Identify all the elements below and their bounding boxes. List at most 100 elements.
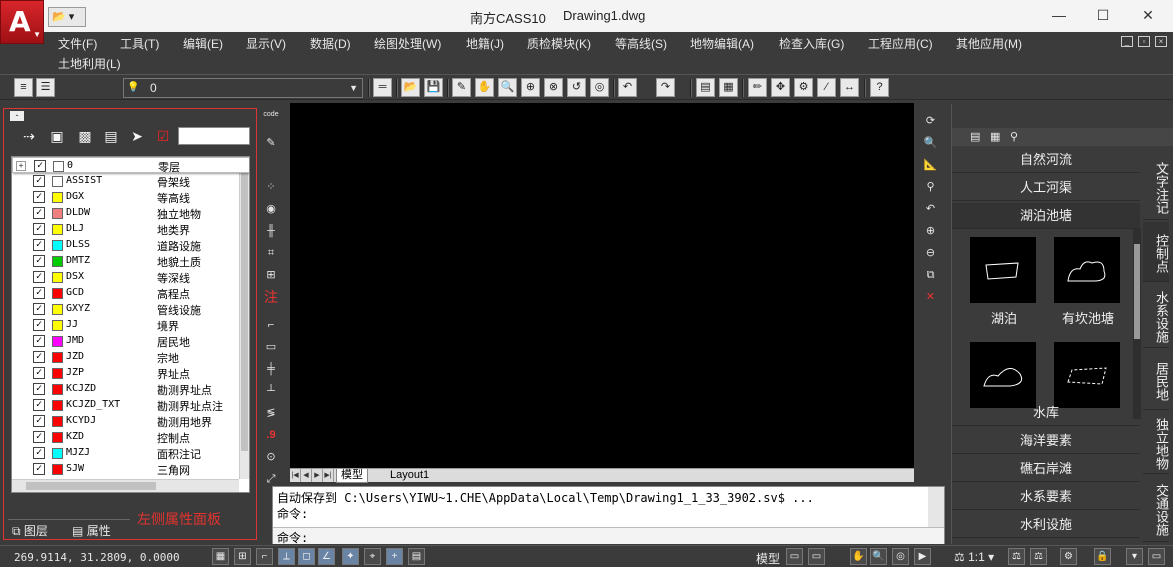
close-button[interactable]: ✕ bbox=[1137, 5, 1159, 25]
help-icon[interactable]: ? bbox=[870, 78, 889, 97]
layer-delete-icon[interactable]: ➤ bbox=[126, 125, 148, 147]
zoom-extents-icon[interactable]: ⊗ bbox=[544, 78, 563, 97]
layer-row[interactable]: ✓ DSX 等深线 bbox=[12, 269, 240, 285]
layer-color-swatch[interactable] bbox=[52, 272, 63, 283]
layer-visibility-checkbox[interactable]: ✓ bbox=[33, 303, 45, 315]
code-query-icon[interactable]: code bbox=[262, 110, 280, 128]
pan-status-icon[interactable]: ✋ bbox=[850, 548, 867, 565]
layer-color-swatch[interactable] bbox=[52, 240, 63, 251]
layer-color-swatch[interactable] bbox=[52, 208, 63, 219]
layer-row[interactable]: ✓ DLJ 地类界 bbox=[12, 221, 240, 237]
annotation-visibility-icon[interactable]: ⚖ bbox=[1008, 548, 1025, 565]
elevation-icon[interactable]: ⊞ bbox=[262, 266, 280, 284]
menu-cadastre[interactable]: 地籍(J) bbox=[466, 35, 504, 52]
palette-pin-icon[interactable]: ⚲ bbox=[1010, 130, 1018, 143]
layer-row[interactable]: ✓ KCYDJ 勘测用地界 bbox=[12, 413, 240, 429]
layer-dropdown[interactable]: 0 💡 ▼ bbox=[123, 78, 363, 98]
layer-color-swatch[interactable] bbox=[52, 416, 63, 427]
layer-visibility-checkbox[interactable]: ✓ bbox=[34, 160, 46, 172]
linetype-icon[interactable]: ═ bbox=[373, 78, 392, 97]
ortho-icon[interactable]: ⟂ bbox=[278, 548, 295, 565]
new-layer-icon[interactable]: ⇢ bbox=[18, 125, 40, 147]
layer-color-swatch[interactable] bbox=[52, 368, 63, 379]
layer-visibility-checkbox[interactable]: ✓ bbox=[33, 463, 45, 475]
dyn-icon[interactable]: + bbox=[386, 548, 403, 565]
zoom-out-icon[interactable]: ⊖ bbox=[921, 244, 940, 263]
grid-icon[interactable]: ▦ bbox=[212, 548, 229, 565]
layer-color-swatch[interactable] bbox=[52, 176, 63, 187]
layer-row[interactable]: ✓ DGX 等高线 bbox=[12, 189, 240, 205]
auto-scale-icon[interactable]: ⚖ bbox=[1030, 548, 1047, 565]
command-history-scroll[interactable] bbox=[928, 487, 944, 527]
layer-visibility-checkbox[interactable]: ✓ bbox=[33, 191, 45, 203]
command-input[interactable]: 命令: bbox=[273, 527, 944, 545]
snap-settings-icon[interactable]: ⚙ bbox=[794, 78, 813, 97]
design-center-icon[interactable]: ▦ bbox=[719, 78, 738, 97]
first-tab-arrow[interactable]: |◀ bbox=[290, 469, 301, 482]
layer-row[interactable]: ✓ 0 零层 bbox=[12, 157, 249, 174]
properties-icon[interactable]: ▤ bbox=[696, 78, 715, 97]
layer-color-swatch[interactable] bbox=[52, 352, 63, 363]
layer-color-swatch[interactable] bbox=[52, 320, 63, 331]
boundary-icon[interactable]: ⌐ bbox=[262, 316, 280, 334]
tree-expander[interactable] bbox=[15, 158, 29, 174]
feature-attr-icon[interactable]: ✎ bbox=[262, 134, 280, 152]
palette-item-lake[interactable] bbox=[970, 237, 1036, 303]
layer-visibility-checkbox[interactable]: ✓ bbox=[33, 287, 45, 299]
tab-properties[interactable]: ▤ 属性 bbox=[72, 522, 111, 539]
restore-button[interactable]: ☐ bbox=[1092, 5, 1114, 25]
layer-visibility-checkbox[interactable]: ✓ bbox=[33, 447, 45, 459]
spot-height-icon[interactable]: .9 bbox=[262, 426, 280, 444]
eraser-icon[interactable]: ✎ bbox=[452, 78, 471, 97]
layer-color-swatch[interactable] bbox=[52, 448, 63, 459]
layer-visibility-checkbox[interactable]: ✓ bbox=[33, 319, 45, 331]
menu-feature-edit[interactable]: 地物编辑(A) bbox=[690, 35, 754, 52]
layer-row[interactable]: ✓ GXYZ 管线设施 bbox=[12, 301, 240, 317]
arc-icon[interactable]: ↶ bbox=[921, 200, 940, 219]
layer-visibility-checkbox[interactable]: ✓ bbox=[33, 239, 45, 251]
camera-icon[interactable]: ◉ bbox=[262, 200, 280, 218]
menu-tools[interactable]: 工具(T) bbox=[120, 35, 159, 52]
layer-visibility-checkbox[interactable]: ✓ bbox=[33, 415, 45, 427]
zoom-window-icon[interactable]: ⊕ bbox=[521, 78, 540, 97]
workspace-icon[interactable]: ⚙ bbox=[1060, 548, 1077, 565]
menu-edit[interactable]: 编辑(E) bbox=[183, 35, 223, 52]
layer-row[interactable]: ✓ DLSS 道路设施 bbox=[12, 237, 240, 253]
application-menu-button[interactable]: A ▼ bbox=[0, 0, 44, 44]
layer-color-swatch[interactable] bbox=[52, 384, 63, 395]
undo-icon[interactable]: ↶ bbox=[618, 78, 637, 97]
layer-visibility-checkbox[interactable]: ✓ bbox=[33, 383, 45, 395]
palette-section-artificial-canal[interactable]: 人工河渠 bbox=[952, 175, 1140, 201]
menu-engineering[interactable]: 工程应用(C) bbox=[868, 35, 933, 52]
layer-visibility-checkbox[interactable]: ✓ bbox=[33, 431, 45, 443]
menu-quality[interactable]: 质检模块(K) bbox=[527, 35, 591, 52]
layer-visibility-checkbox[interactable]: ✓ bbox=[33, 351, 45, 363]
layer-visibility-checkbox[interactable]: ✓ bbox=[33, 255, 45, 267]
menu-check-import[interactable]: 检查入库(G) bbox=[779, 35, 844, 52]
fence-icon[interactable]: ╫ bbox=[262, 222, 280, 240]
layer-row[interactable]: ✓ DMTZ 地貌土质 bbox=[12, 253, 240, 269]
line-icon[interactable]: ⁄ bbox=[817, 78, 836, 97]
model-space-label[interactable]: 模型 bbox=[756, 550, 780, 567]
mdi-minimize-button[interactable]: _ bbox=[1121, 36, 1133, 47]
open-file-icon[interactable]: 📂 bbox=[401, 78, 420, 97]
zoom-previous-icon[interactable]: ↺ bbox=[567, 78, 586, 97]
layer-color-swatch[interactable] bbox=[52, 464, 63, 475]
annotation-icon[interactable]: 注 bbox=[262, 288, 280, 306]
osnap-icon[interactable]: ∠ bbox=[318, 548, 335, 565]
layer-visibility-checkbox[interactable]: ✓ bbox=[33, 207, 45, 219]
palette-tab-residential[interactable]: 居民地 bbox=[1143, 350, 1169, 410]
layer-row[interactable]: ✓ JMD 居民地 bbox=[12, 333, 240, 349]
layer-row[interactable]: ✓ SJW 三角网 bbox=[12, 461, 240, 477]
infer-icon[interactable]: ⌐ bbox=[256, 548, 273, 565]
regen-icon[interactable]: ⟳ bbox=[921, 112, 940, 131]
rectangle-icon[interactable]: ▭ bbox=[262, 338, 280, 356]
menu-land-use[interactable]: 土地利用(L) bbox=[58, 55, 121, 72]
layer-color-swatch[interactable] bbox=[52, 304, 63, 315]
palette-view-icon[interactable]: ▤ bbox=[970, 130, 980, 143]
delete-entity-icon[interactable]: ✕ bbox=[921, 288, 940, 307]
quick-view-drawings-icon[interactable]: ▭ bbox=[808, 548, 825, 565]
dimension-icon[interactable]: ↔ bbox=[840, 78, 859, 97]
panel-collapse-button[interactable]: - bbox=[10, 111, 24, 121]
layer-row[interactable]: ✓ JJ 境界 bbox=[12, 317, 240, 333]
